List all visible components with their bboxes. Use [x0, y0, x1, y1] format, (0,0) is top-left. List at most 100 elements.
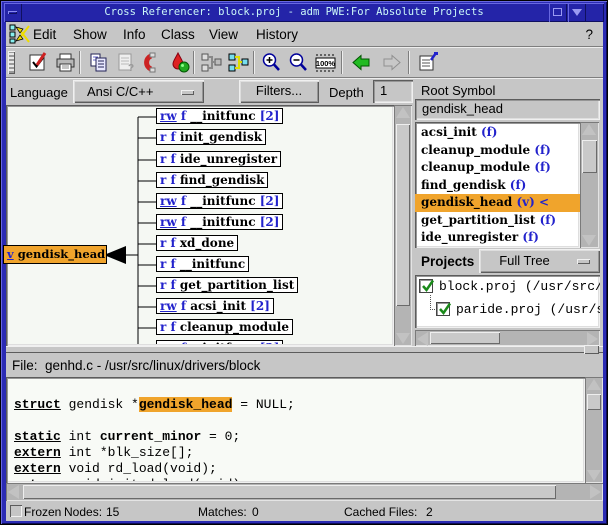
language-row: Language Ansi C/C++ Filters... Depth 1: [6, 79, 412, 105]
zoom-out-button[interactable]: [286, 50, 311, 75]
scroll-right-icon[interactable]: [590, 485, 601, 499]
scroll-thumb[interactable]: [430, 332, 500, 344]
symbol-item-cleanup_module[interactable]: cleanup_module (f): [415, 159, 580, 177]
symbol-list[interactable]: acsi_init (f)cleanup_module (f)cleanup_m…: [415, 122, 580, 248]
magnet-button[interactable]: [140, 50, 165, 75]
graph-node-acsi_init[interactable]: rw f acsi_init [2]: [156, 298, 274, 314]
symbol-item-gendisk_head[interactable]: gendisk_head (v) <: [415, 194, 580, 212]
scroll-thumb[interactable]: [582, 140, 597, 173]
menu-item-history[interactable]: History: [256, 27, 298, 42]
paint-button[interactable]: [167, 50, 192, 75]
symbol-item-find_gendisk[interactable]: find_gendisk (f): [415, 177, 580, 195]
project-tree[interactable]: block.proj (/usr/src/linparide.proj (/us…: [415, 275, 600, 328]
frozen-label: Frozen: [24, 505, 61, 519]
forward-button[interactable]: [379, 50, 404, 75]
scroll-up-icon[interactable]: [587, 379, 601, 390]
project-mode-value: Full Tree: [479, 253, 570, 268]
symbol-item-cleanup_module[interactable]: cleanup_module (f): [415, 142, 580, 160]
graph-root-node[interactable]: v gendisk_head: [3, 245, 107, 264]
doc-question-icon: [114, 51, 137, 74]
toolbar-separator: [253, 51, 255, 74]
filters-button[interactable]: Filters...: [239, 80, 319, 103]
graph-node-__initfunc[interactable]: rw f __initfunc [2]: [156, 214, 283, 230]
project-mode-dropdown[interactable]: Full Tree: [479, 249, 600, 273]
annotate-button[interactable]: [416, 50, 441, 75]
graph-node-ide_unregister[interactable]: r f ide_unregister: [156, 151, 281, 167]
scroll-thumb[interactable]: [587, 394, 601, 410]
nodes-label: Nodes:: [64, 505, 102, 519]
project-checkbox[interactable]: [419, 279, 433, 293]
maximize-button[interactable]: [549, 3, 567, 22]
scroll-down-icon[interactable]: [396, 333, 410, 344]
menu-item-view[interactable]: View: [209, 27, 238, 42]
scroll-down-icon[interactable]: [582, 235, 596, 246]
file-bar: File: genhd.c - /usr/src/linux/drivers/b…: [6, 353, 603, 377]
toolbar-separator: [79, 51, 81, 74]
scroll-up-icon[interactable]: [582, 124, 596, 135]
scroll-left-icon[interactable]: [8, 485, 19, 499]
graph-node-init_gendisk[interactable]: r f init_gendisk: [156, 129, 266, 145]
toolbar-separator: [193, 51, 195, 74]
root-symbol-field[interactable]: gendisk_head: [415, 99, 600, 120]
window-menu-icon: [572, 9, 582, 16]
zoom-100-icon: [314, 51, 337, 74]
root-symbol-label: Root Symbol: [421, 83, 495, 98]
graph-node-__initfunc[interactable]: r f __initfunc: [156, 256, 249, 272]
project-horizontal-scrollbar[interactable]: [415, 330, 600, 346]
symbol-item-ide_unregister[interactable]: ide_unregister (f): [415, 229, 580, 247]
scroll-up-icon[interactable]: [396, 107, 410, 118]
menu-item-class[interactable]: Class: [161, 27, 195, 42]
zoom-100-button[interactable]: [313, 50, 338, 75]
menu-item-info[interactable]: Info: [123, 27, 146, 42]
title-bar[interactable]: Cross Referencer: block.proj - adm PWE:F…: [4, 3, 604, 22]
tree-color-button[interactable]: [226, 50, 251, 75]
call-graph-canvas[interactable]: rw f __initfunc [2] r f init_gendiskr f i…: [6, 105, 394, 346]
scroll-left-icon[interactable]: [417, 332, 428, 346]
symbol-item-get_partition_list[interactable]: get_partition_list (f): [415, 212, 580, 230]
back-button[interactable]: [349, 50, 374, 75]
option-menu-dash-icon: [577, 259, 590, 264]
matches-label: Matches:: [198, 505, 247, 519]
window-title: Cross Referencer: block.proj - adm PWE:F…: [24, 6, 564, 18]
edit-check-icon: [27, 51, 50, 74]
scroll-thumb[interactable]: [396, 124, 410, 306]
scroll-right-icon[interactable]: [587, 332, 598, 346]
forward-icon: [380, 51, 403, 74]
symbol-item-acsi_init[interactable]: acsi_init (f): [415, 124, 580, 142]
depth-field[interactable]: 1: [373, 80, 413, 103]
window-menu-button[interactable]: [568, 3, 586, 22]
language-dropdown[interactable]: Ansi C/C++: [73, 80, 204, 103]
scroll-thumb[interactable]: [23, 485, 556, 499]
pane-divider: [6, 346, 603, 353]
graph-node-xd_done[interactable]: r f xd_done: [156, 235, 238, 251]
graph-node-__initfunc[interactable]: rw f __initfunc [2]: [156, 193, 283, 209]
menu-item-edit[interactable]: Edit: [33, 27, 56, 42]
tree-gray-button[interactable]: [199, 50, 224, 75]
menu-item-show[interactable]: Show: [73, 27, 107, 42]
minimize-button[interactable]: [4, 3, 22, 22]
graph-node-__initfunc[interactable]: rw f __initfunc [2]: [156, 108, 283, 124]
option-menu-dash-icon: [181, 90, 194, 95]
graph-vertical-scrollbar[interactable]: [394, 105, 412, 346]
zoom-in-button[interactable]: [259, 50, 284, 75]
magnet-icon: [141, 51, 164, 74]
zoom-in-icon: [260, 51, 283, 74]
scroll-down-icon[interactable]: [587, 470, 601, 481]
code-horizontal-scrollbar[interactable]: [6, 483, 603, 501]
menu-help[interactable]: ?: [585, 27, 593, 42]
graph-node-cleanup_module[interactable]: r f cleanup_module: [156, 319, 293, 335]
graph-node-__initfunc[interactable]: rw f __initfunc [2]: [156, 340, 283, 344]
copy-button[interactable]: [86, 50, 111, 75]
pane-sash-handle[interactable]: [584, 345, 599, 354]
frozen-checkbox[interactable]: [10, 505, 22, 517]
graph-node-find_gendisk[interactable]: r f find_gendisk: [156, 172, 268, 188]
code-vertical-scrollbar[interactable]: [585, 377, 603, 483]
edit-check-button[interactable]: [26, 50, 51, 75]
symbol-list-scrollbar[interactable]: [580, 122, 599, 248]
code-view[interactable]: }); struct gendisk *gendisk_head = NULL;…: [6, 377, 585, 483]
doc-question-button[interactable]: [113, 50, 138, 75]
project-checkbox[interactable]: [436, 302, 450, 316]
toolbar-grip[interactable]: [8, 51, 15, 74]
graph-node-get_partition_list[interactable]: r f get_partition_list: [156, 277, 298, 293]
printer-button[interactable]: [53, 50, 78, 75]
